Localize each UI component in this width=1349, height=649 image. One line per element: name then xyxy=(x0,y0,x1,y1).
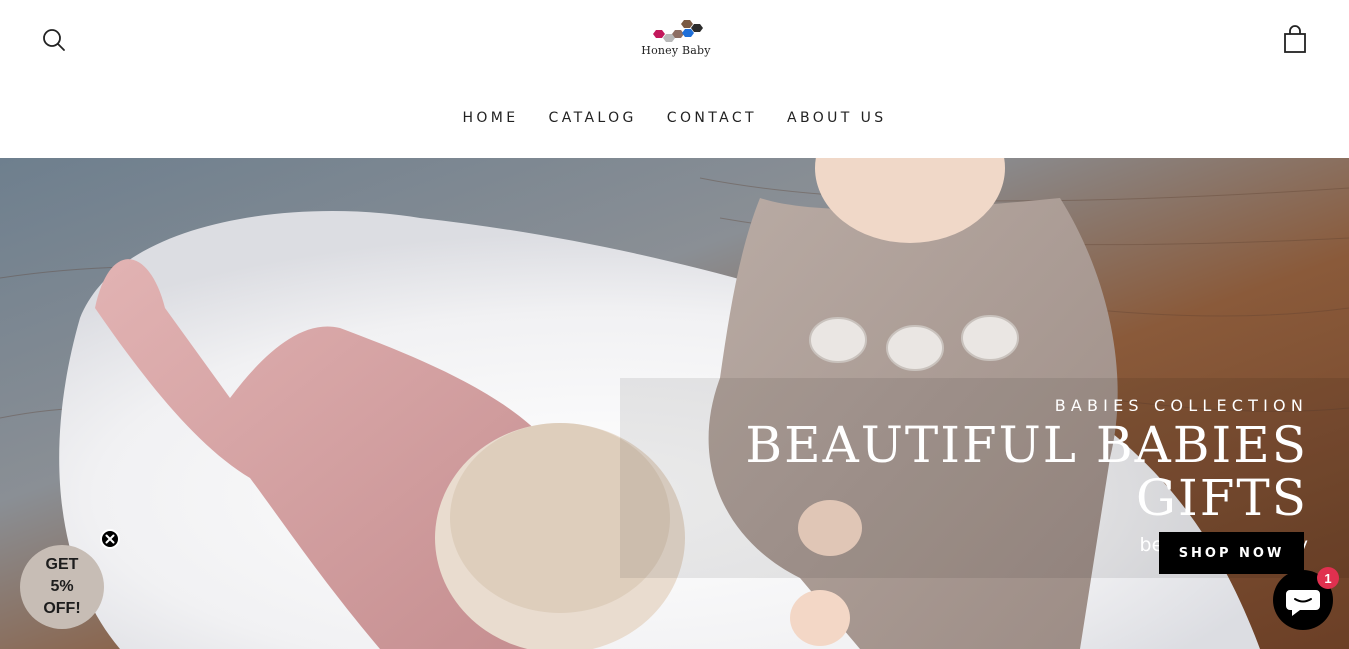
nav-item-about-us[interactable]: ABOUT US xyxy=(772,106,902,132)
site-header: Honey Baby HOME CATALOG CONTACT ABOUT US xyxy=(0,0,1349,158)
discount-line-2: 5% xyxy=(50,578,74,595)
discount-line-3: OFF! xyxy=(43,600,81,617)
discount-close-button[interactable] xyxy=(100,529,120,549)
chat-notification-badge: 1 xyxy=(1317,567,1339,589)
discount-line-1: GET xyxy=(45,556,79,573)
hero-kicker: BABIES COLLECTION xyxy=(1054,396,1308,415)
shopping-bag-icon xyxy=(1284,25,1306,53)
nav-item-contact[interactable]: CONTACT xyxy=(652,106,772,132)
hero-title: BEAUTIFUL BABIES GIFTS xyxy=(745,416,1308,527)
logo-mark xyxy=(653,20,703,42)
shop-now-button[interactable]: SHOP NOW xyxy=(1159,532,1304,574)
site-logo[interactable]: Honey Baby xyxy=(634,18,718,66)
search-icon xyxy=(43,29,65,51)
logo-text: Honey Baby xyxy=(641,44,711,57)
hero-banner: BABIES COLLECTION BEAUTIFUL BABIES GIFTS… xyxy=(0,158,1349,649)
cart-button[interactable] xyxy=(1281,24,1309,56)
discount-popup[interactable]: GET 5% OFF! xyxy=(20,545,104,629)
nav-item-home[interactable]: HOME xyxy=(447,106,533,132)
main-nav: HOME CATALOG CONTACT ABOUT US xyxy=(0,106,1349,132)
search-button[interactable] xyxy=(40,26,68,54)
nav-item-catalog[interactable]: CATALOG xyxy=(534,106,652,132)
close-icon xyxy=(105,534,115,544)
